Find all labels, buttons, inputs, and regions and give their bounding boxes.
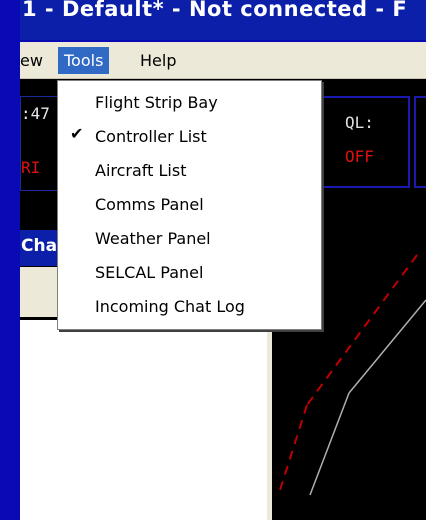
menu-item-incoming-chat-log[interactable]: Incoming Chat Log — [58, 290, 321, 324]
menu-item-label: Weather Panel — [95, 229, 211, 248]
menu-item-weather-panel[interactable]: Weather Panel — [58, 222, 321, 256]
status-indicator: RI — [21, 158, 41, 177]
checkmark-icon: ✔ — [70, 124, 84, 143]
radar-route-line-2 — [309, 392, 350, 496]
menu-item-controller-list[interactable]: ✔ Controller List — [58, 120, 321, 154]
menu-item-label: Comms Panel — [95, 195, 204, 214]
menu-tools[interactable]: Tools — [58, 47, 110, 74]
menu-help[interactable]: Help — [134, 47, 182, 74]
menu-item-label: Aircraft List — [95, 161, 187, 180]
menu-item-label: SELCAL Panel — [95, 263, 204, 282]
window-title: 1 - Default* - Not connected - F — [22, 0, 408, 21]
ql-panel[interactable]: QL: OFF — [322, 96, 410, 188]
chat-tab[interactable]: Cha — [20, 230, 60, 266]
chat-tab-label: Cha — [21, 236, 58, 256]
menu-item-comms-panel[interactable]: Comms Panel — [58, 188, 321, 222]
menu-item-label: Incoming Chat Log — [95, 297, 245, 316]
menu-item-label: Controller List — [95, 127, 207, 146]
window-titlebar[interactable]: 1 - Default* - Not connected - F — [20, 0, 426, 40]
ql-value: OFF — [345, 147, 374, 166]
time-readout: :47 — [21, 104, 50, 123]
tools-menu-dropdown: Flight Strip Bay ✔ Controller List Aircr… — [57, 80, 322, 330]
menu-item-selcal-panel[interactable]: SELCAL Panel — [58, 256, 321, 290]
ql-label: QL: — [345, 113, 374, 132]
menu-item-label: Flight Strip Bay — [95, 93, 218, 112]
menu-item-aircraft-list[interactable]: Aircraft List — [58, 154, 321, 188]
radar-boundary-line-2 — [279, 404, 308, 491]
menu-item-flight-strip-bay[interactable]: Flight Strip Bay — [58, 86, 321, 120]
menu-view[interactable]: ew — [14, 47, 49, 74]
menu-bar: ew Tools Help — [20, 42, 426, 79]
chat-log[interactable] — [20, 320, 267, 520]
next-panel — [414, 96, 426, 188]
radar-route-line — [348, 299, 426, 394]
